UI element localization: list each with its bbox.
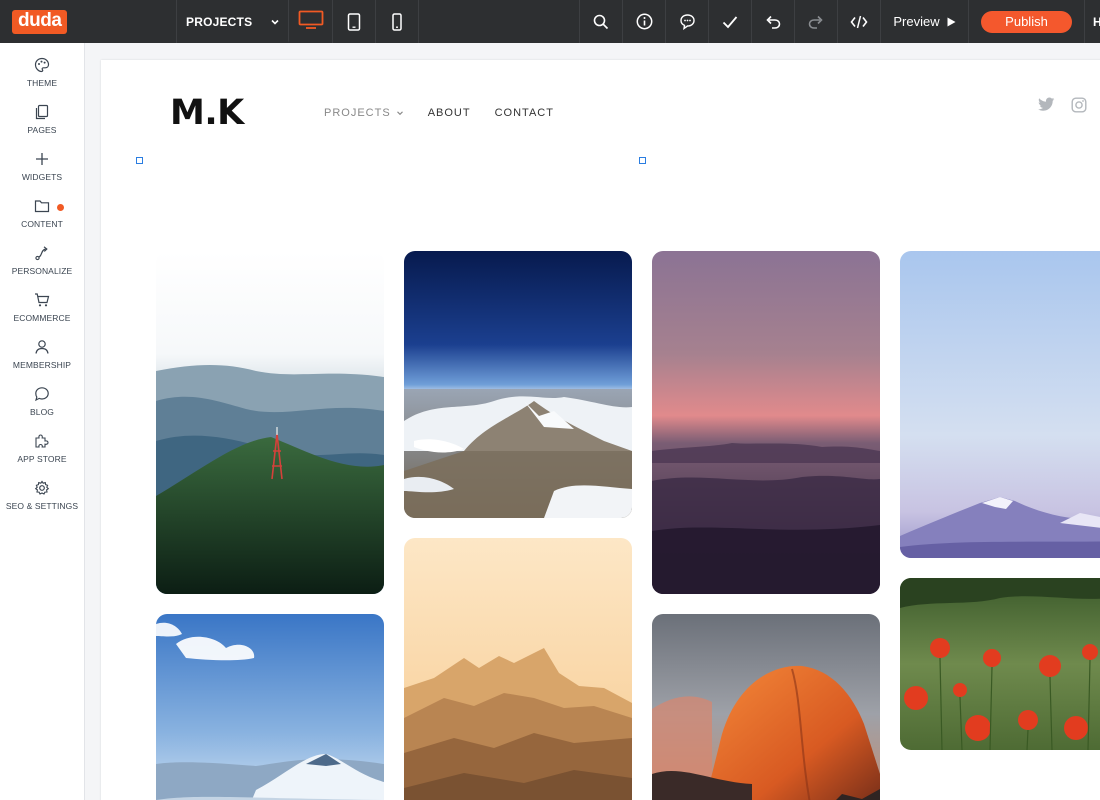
sidebar-item-pages[interactable]: PAGES xyxy=(0,96,84,140)
gallery-image-desert-peaks[interactable] xyxy=(404,538,632,800)
redo-icon xyxy=(808,15,823,29)
info-button[interactable] xyxy=(622,0,665,43)
page-selector-dropdown[interactable]: PROJECTS xyxy=(176,0,288,43)
code-icon xyxy=(850,15,868,28)
publish-button[interactable]: Publish xyxy=(981,10,1072,33)
gallery-image-poppy-field[interactable] xyxy=(900,578,1100,750)
sidebar-item-label: ECOMMERCE xyxy=(13,313,71,323)
gallery-image-half-dome[interactable] xyxy=(652,614,880,800)
page-selector-label: PROJECTS xyxy=(186,14,253,29)
sidebar-item-content[interactable]: CONTENT xyxy=(0,190,84,234)
puzzle-icon xyxy=(35,434,49,448)
undo-button[interactable] xyxy=(751,0,794,43)
cart-icon xyxy=(35,293,50,307)
gear-icon xyxy=(34,480,50,495)
sidebar-item-personalize[interactable]: PERSONALIZE xyxy=(0,237,84,281)
search-icon xyxy=(593,14,609,29)
sidebar-item-label: PAGES xyxy=(27,125,57,135)
comment-icon xyxy=(679,14,695,30)
pages-icon xyxy=(35,104,49,120)
site-page[interactable]: M.K PROJECTS ABOUT CONTACT xyxy=(101,60,1100,800)
nav-item-projects[interactable]: PROJECTS xyxy=(324,107,404,119)
gallery-image-lone-volcano[interactable] xyxy=(900,251,1100,558)
instagram-link[interactable] xyxy=(1071,97,1087,113)
left-sidebar: THEME PAGES WIDGETS CONTENT PERSONALIZE … xyxy=(0,43,85,800)
mountain-photo xyxy=(404,538,632,800)
gallery-image-misty-mountains[interactable] xyxy=(156,251,384,594)
mountain-photo xyxy=(404,251,632,518)
sidebar-item-theme[interactable]: THEME xyxy=(0,49,84,93)
comments-button[interactable] xyxy=(665,0,708,43)
play-icon xyxy=(947,17,956,26)
personalize-icon xyxy=(35,246,48,261)
mountain-photo xyxy=(652,251,880,594)
preview-label: Preview xyxy=(893,14,940,29)
sidebar-item-label: MEMBERSHIP xyxy=(12,360,72,370)
flower-photo xyxy=(900,578,1100,750)
twitter-icon xyxy=(1038,97,1055,111)
mobile-view-button[interactable] xyxy=(375,0,418,43)
sidebar-item-label: APP STORE xyxy=(17,454,67,464)
sidebar-item-widgets[interactable]: WIDGETS xyxy=(0,143,84,187)
nav-item-label: PROJECTS xyxy=(324,107,391,119)
sidebar-item-label: PERSONALIZE xyxy=(11,266,73,276)
twitter-link[interactable] xyxy=(1038,97,1055,112)
mountain-photo xyxy=(156,251,384,594)
chat-bubble-icon xyxy=(35,387,49,402)
nav-item-label: CONTACT xyxy=(494,107,554,119)
toolbar-gap xyxy=(418,0,579,43)
gallery-image-aerial-mountains[interactable] xyxy=(404,251,632,518)
approve-button[interactable] xyxy=(708,0,751,43)
desktop-view-button[interactable] xyxy=(288,0,332,43)
sidebar-item-label: SEO & SETTINGS xyxy=(5,501,79,511)
gallery-image-purple-dusk[interactable] xyxy=(652,251,880,594)
plus-icon xyxy=(36,153,48,165)
info-icon xyxy=(636,13,652,30)
mobile-icon xyxy=(392,12,402,31)
sidebar-item-label: BLOG xyxy=(29,407,55,417)
sidebar-item-label: THEME xyxy=(26,78,58,88)
nav-item-contact[interactable]: CONTACT xyxy=(495,107,554,119)
nav-item-about[interactable]: ABOUT xyxy=(428,107,471,119)
selection-handle[interactable] xyxy=(136,157,143,164)
developer-mode-button[interactable] xyxy=(837,0,880,43)
redo-button[interactable] xyxy=(794,0,837,43)
palette-icon xyxy=(34,57,50,73)
sidebar-item-label: WIDGETS xyxy=(21,172,63,182)
chevron-down-icon xyxy=(271,19,279,25)
sidebar-item-blog[interactable]: BLOG xyxy=(0,378,84,422)
sidebar-item-seo-settings[interactable]: SEO & SETTINGS xyxy=(0,472,84,516)
selection-handle[interactable] xyxy=(639,157,646,164)
chevron-down-icon xyxy=(396,111,403,116)
folder-icon xyxy=(34,200,50,213)
toolbar-overflow-item[interactable]: H xyxy=(1084,0,1100,43)
logo-area: duda xyxy=(0,0,88,43)
nav-item-label: ABOUT xyxy=(427,107,471,119)
desktop-icon xyxy=(298,10,323,29)
sidebar-item-label: CONTENT xyxy=(21,219,63,229)
mountain-photo xyxy=(900,251,1100,558)
sidebar-item-ecommerce[interactable]: ECOMMERCE xyxy=(0,284,84,328)
top-toolbar: duda PROJECTS Preview Publish H xyxy=(0,0,1100,43)
undo-icon xyxy=(766,15,781,29)
site-navigation: PROJECTS ABOUT CONTACT xyxy=(324,107,554,119)
tablet-view-button[interactable] xyxy=(332,0,375,43)
mountain-photo xyxy=(156,614,384,800)
gallery-image-snowy-peak[interactable] xyxy=(156,614,384,800)
site-logo[interactable]: M.K xyxy=(170,93,244,133)
user-icon xyxy=(35,340,49,354)
mountain-photo xyxy=(652,614,880,800)
editor-canvas: M.K PROJECTS ABOUT CONTACT xyxy=(85,43,1100,800)
instagram-icon xyxy=(1071,97,1087,113)
notification-dot xyxy=(57,204,64,211)
checkmark-icon xyxy=(722,15,738,28)
sidebar-item-app-store[interactable]: APP STORE xyxy=(0,425,84,469)
sidebar-item-membership[interactable]: MEMBERSHIP xyxy=(0,331,84,375)
duda-logo[interactable]: duda xyxy=(12,9,68,34)
search-button[interactable] xyxy=(579,0,622,43)
publish-area: Publish xyxy=(968,0,1084,43)
preview-button[interactable]: Preview xyxy=(880,0,968,43)
tablet-icon xyxy=(347,12,361,31)
